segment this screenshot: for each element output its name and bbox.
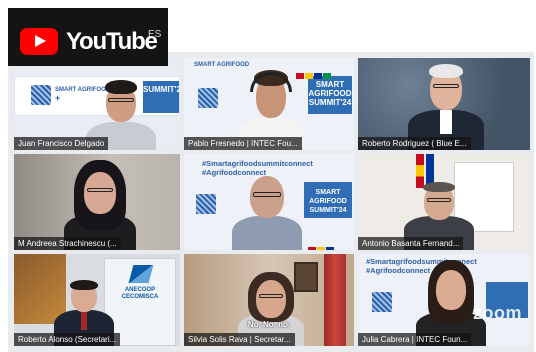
video-tile[interactable]: SMART AGRIFOOD SMART AGRIFOOD SUMMIT'24 …: [184, 58, 354, 150]
youtube-play-icon: [20, 28, 58, 55]
participant-name: Roberto Alonso (Secretari...: [14, 333, 121, 346]
participant-name: Juan Francisco Delgado: [14, 137, 109, 150]
participant-avatar: [232, 170, 302, 250]
video-tile[interactable]: #Smartagrifoodsummitconnect #Agrifoodcon…: [358, 254, 530, 346]
hashtag-text: #Smartagrifoodsummitconnect: [202, 159, 313, 168]
summit-logo-icon: [198, 88, 218, 108]
summit-box-text: SUMMIT'24: [309, 207, 347, 214]
language-badge: ES: [148, 29, 162, 40]
plus-icon: +: [55, 93, 61, 103]
summit-box-text: SMART AGRIFOOD: [309, 189, 347, 205]
video-tile-active-speaker[interactable]: Roberto Rodriguez ( Blue E...: [358, 58, 530, 150]
video-tile[interactable]: M Andreea Strachinescu (...: [14, 154, 180, 250]
summit-logo-icon: [196, 194, 216, 214]
video-tile[interactable]: Antonio Basanta Fernand...: [358, 154, 530, 250]
curtain-flag: [324, 254, 346, 346]
company-name-line: ANECOOP: [124, 287, 156, 293]
summit-box-text: SUMMIT'24: [308, 98, 352, 107]
flags-strip: [308, 240, 335, 250]
summit-logo-icon: [372, 292, 392, 312]
participant-name: Pablo Fresnedo | INTEC Fou...: [184, 137, 302, 150]
video-tile[interactable]: No, No, no. Silvia Solis Rava | Secretar…: [184, 254, 354, 346]
company-name-line: CECOMISCA: [121, 294, 159, 300]
participant-name: Antonio Basanta Fernand...: [358, 237, 464, 250]
zoom-watermark: zoom: [473, 303, 522, 323]
participant-name: M Andreea Strachinescu (...: [14, 237, 121, 250]
video-tile[interactable]: SMART AGRIFOOD + SUMMIT'24 Juan Francisc…: [14, 58, 180, 150]
summit-box-text: SMART AGRIFOOD: [308, 80, 352, 98]
participant-name: Julia Cabrera | INTEC Foun...: [358, 333, 472, 346]
video-tile[interactable]: #Smartagrifoodsummitconnect #Agrifoodcon…: [184, 154, 354, 250]
participant-name: Silvia Solis Rava | Secretar...: [184, 333, 295, 346]
summit-logo-icon: [31, 85, 51, 105]
summit-box: SMART AGRIFOOD SUMMIT'24: [308, 76, 352, 114]
youtube-wordmark: YouTube: [66, 28, 158, 55]
subtitle-caption: No, No, no.: [247, 320, 291, 329]
summit-box: SMART AGRIFOOD SUMMIT'24: [304, 182, 352, 218]
video-tile[interactable]: ANECOOP CECOMISCA Roberto Alonso (Secret…: [14, 254, 180, 346]
participant-name: Roberto Rodriguez ( Blue E...: [358, 137, 471, 150]
company-logo-icon: [128, 265, 154, 283]
youtube-overlay: YouTube ES: [8, 8, 168, 66]
company-name: ANECOOP CECOMISCA: [105, 287, 175, 301]
